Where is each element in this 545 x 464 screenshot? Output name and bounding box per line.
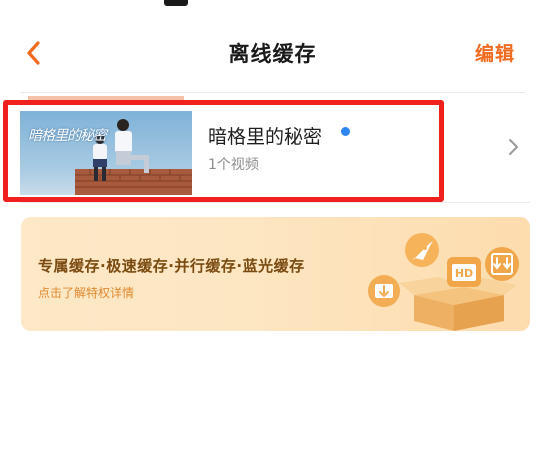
offline-cache-page: 离线缓存 编辑 暗格里的秘密 暗格里的秘密 1个视频 专属缓存·极速缓存·并行缓… <box>0 0 545 464</box>
header-divider <box>20 92 525 93</box>
download-folder-icon <box>368 275 400 307</box>
edit-button[interactable]: 编辑 <box>475 39 515 66</box>
hd-icon: HD <box>447 257 481 287</box>
promo-title: 专属缓存·极速缓存·并行缓存·蓝光缓存 <box>38 257 305 275</box>
download-icon <box>485 247 519 281</box>
row-divider <box>20 202 530 203</box>
cache-item-row[interactable]: 暗格里的秘密 暗格里的秘密 1个视频 <box>0 100 530 208</box>
promo-subtitle: 点击了解特权详情 <box>38 286 135 300</box>
nav-header: 离线缓存 编辑 <box>0 20 545 86</box>
status-bar-fragment <box>164 0 188 6</box>
svg-text:HD: HD <box>455 267 473 280</box>
highlight-box <box>3 100 444 202</box>
page-title: 离线缓存 <box>228 42 317 66</box>
vip-cache-promo-banner[interactable]: 专属缓存·极速缓存·并行缓存·蓝光缓存 点击了解特权详情 HD <box>21 217 530 331</box>
chevron-right-icon <box>509 139 518 155</box>
rocket-icon <box>405 233 439 267</box>
promo-illustration: HD <box>368 233 519 331</box>
